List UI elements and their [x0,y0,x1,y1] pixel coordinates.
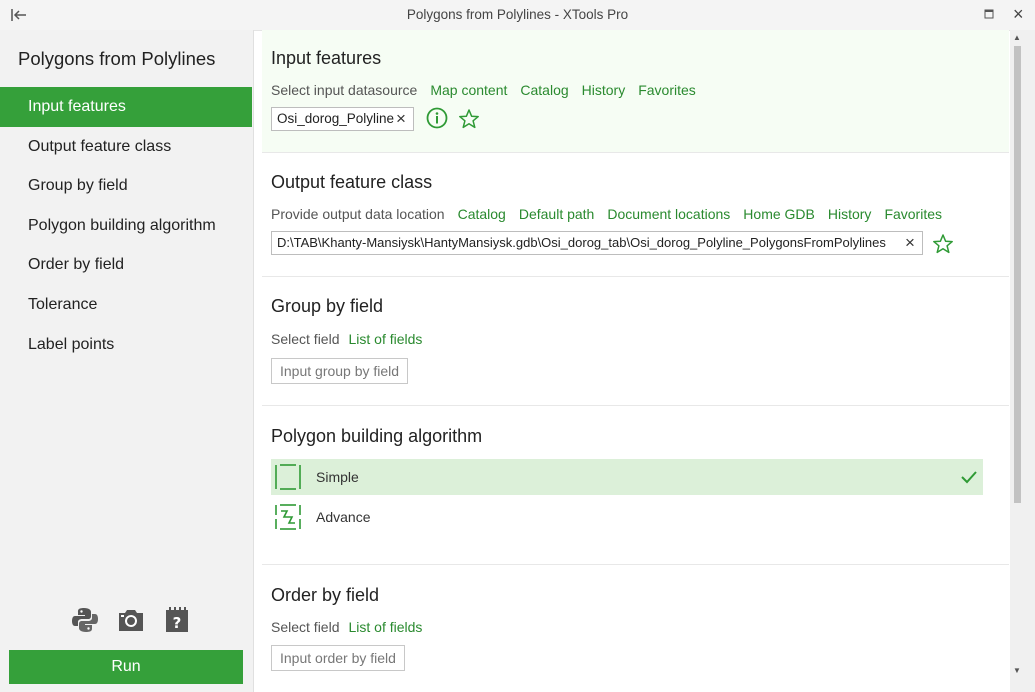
algorithm-option-label: Advance [316,509,371,525]
simple-algorithm-icon [275,464,301,490]
algorithm-option-simple[interactable]: Simple [271,459,983,495]
checkmark-icon [961,471,977,484]
link-home-gdb[interactable]: Home GDB [743,206,815,222]
input-datasource-chip[interactable]: Osi_dorog_Polyline × [271,107,414,131]
bottom-toolbar: ? [70,605,195,637]
link-map-content[interactable]: Map content [430,82,507,98]
output-path-chip[interactable]: D:\TAB\Khanty-Mansiysk\HantyMansiysk.gdb… [271,231,923,255]
sidebar-item-label-points[interactable]: Label points [0,325,252,365]
order-field-row: Select field List of fields [271,619,435,635]
section-title: Polygon building algorithm [271,426,483,446]
sidebar-item-order-by-field[interactable]: Order by field [0,245,252,285]
section-group-by-field: Group by field Select field List of field… [262,277,1009,406]
group-field-row: Select field List of fields [271,331,435,347]
sidebar-item-tolerance[interactable]: Tolerance [0,285,252,325]
title-bar: Polygons from Polylines - XTools Pro × [0,0,1035,31]
algorithm-option-advance[interactable]: Advance [271,499,983,535]
restore-icon[interactable] [984,9,994,19]
link-list-of-fields[interactable]: List of fields [348,331,422,347]
python-icon[interactable] [70,605,100,635]
order-field-prompt: Select field [271,619,340,635]
advance-algorithm-icon [275,504,301,530]
link-document-locations[interactable]: Document locations [607,206,730,222]
section-title: Order by field [271,585,380,605]
window-title: Polygons from Polylines - XTools Pro [406,7,629,22]
info-icon[interactable] [426,107,448,129]
scroll-up-arrow-icon[interactable]: ▲ [1013,33,1021,42]
link-favorites[interactable]: Favorites [884,206,942,222]
section-title: Output feature class [271,172,433,192]
close-icon[interactable]: × [1013,5,1024,23]
sidebar-item-output-feature-class[interactable]: Output feature class [0,127,252,167]
remove-icon[interactable]: × [905,232,915,254]
main-panel: Input features Select input datasource Ma… [262,30,1009,692]
remove-icon[interactable]: × [396,108,406,130]
section-polygon-building-algorithm: Polygon building algorithm Simple Advanc… [262,406,1009,565]
order-by-field-input[interactable]: Input order by field [271,645,405,671]
section-order-by-field: Order by field Select field List of field… [262,565,1009,692]
output-location-row: Provide output data location Catalog Defau… [271,206,955,222]
group-by-field-input[interactable]: Input group by field [271,358,409,384]
favorite-star-icon[interactable] [932,233,954,255]
link-catalog[interactable]: Catalog [458,206,506,222]
link-favorites[interactable]: Favorites [638,82,696,98]
scroll-down-arrow-icon[interactable]: ▼ [1013,666,1021,675]
section-title: Input features [271,48,382,68]
algorithm-option-label: Simple [316,469,359,485]
link-history[interactable]: History [582,82,626,98]
camera-icon[interactable] [116,605,146,635]
input-datasource-value: Osi_dorog_Polyline [277,111,395,126]
sidebar-nav: Input features Output feature class Grou… [0,87,252,364]
scrollbar-thumb[interactable] [1014,46,1021,503]
section-input-features: Input features Select input datasource Ma… [262,30,1009,153]
favorite-star-icon[interactable] [458,108,480,130]
output-path-value: D:\TAB\Khanty-Mansiysk\HantyMansiysk.gdb… [277,235,886,250]
group-field-prompt: Select field [271,331,340,347]
sidebar: Polygons from Polylines Input features O… [0,30,254,692]
link-list-of-fields[interactable]: List of fields [348,619,422,635]
link-default-path[interactable]: Default path [519,206,595,222]
output-location-prompt: Provide output data location [271,206,445,222]
run-button[interactable]: Run [9,650,243,684]
sidebar-item-input-features[interactable]: Input features [0,87,252,127]
section-title: Group by field [271,296,384,316]
datasource-prompt: Select input datasource [271,82,418,98]
link-history[interactable]: History [828,206,872,222]
sidebar-title: Polygons from Polylines [18,48,216,69]
link-catalog[interactable]: Catalog [520,82,568,98]
help-notebook-icon[interactable]: ? [162,605,192,635]
sidebar-item-group-by-field[interactable]: Group by field [0,166,252,206]
vertical-scrollbar[interactable]: ▲ ▼ [1010,30,1035,692]
sidebar-item-polygon-building-algorithm[interactable]: Polygon building algorithm [0,206,252,246]
svg-text:?: ? [173,614,182,632]
section-output-feature-class: Output feature class Provide output data… [262,153,1009,277]
datasource-row: Select input datasource Map content Catalo… [271,82,709,98]
